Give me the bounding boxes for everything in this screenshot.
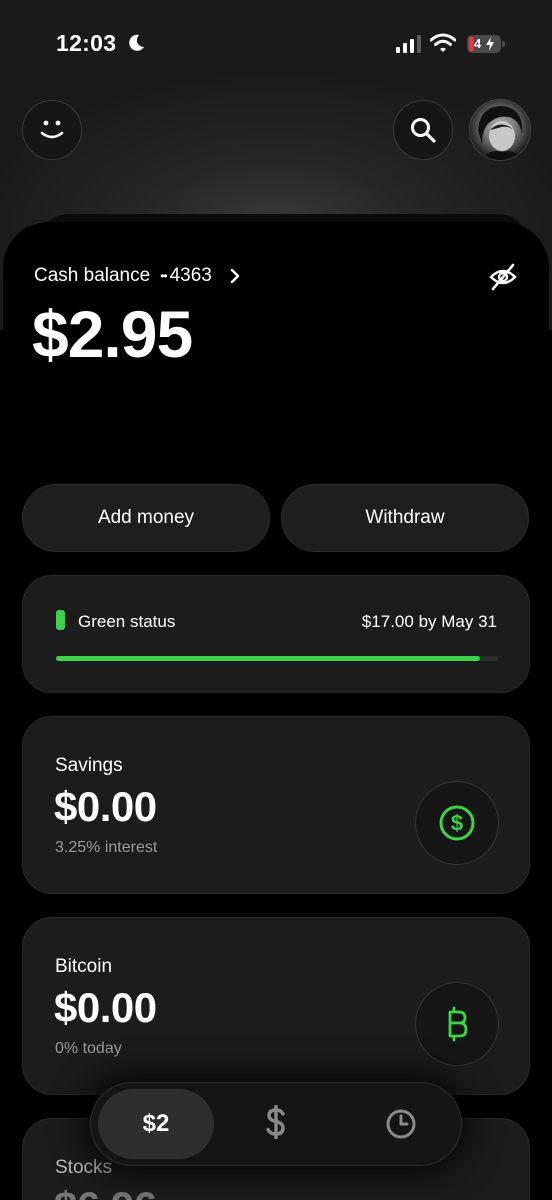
avatar-image <box>478 106 523 160</box>
avatar[interactable] <box>469 99 531 161</box>
withdraw-button[interactable]: Withdraw <box>281 484 529 552</box>
charging-bolt-icon <box>486 37 494 51</box>
activity-tab[interactable] <box>384 1107 418 1141</box>
savings-amount: $0.00 <box>54 783 157 830</box>
add-money-button[interactable]: Add money <box>22 484 270 552</box>
dollar-circle-icon: $ <box>439 805 475 841</box>
search-icon <box>411 118 436 143</box>
bitcoin-card[interactable]: Bitcoin $0.00 0% today <box>22 917 530 1095</box>
status-time: 12:03 <box>56 30 117 56</box>
balance-tab[interactable]: $2 <box>98 1089 214 1159</box>
savings-interest: 3.25% interest <box>55 839 158 856</box>
bitcoin-icon-button <box>415 982 499 1066</box>
savings-card[interactable]: Savings $0.00 3.25% interest $ <box>22 716 530 894</box>
bitcoin-amount: $0.00 <box>54 984 157 1031</box>
savings-icon-button: $ <box>415 781 499 865</box>
clock-icon <box>386 1109 416 1139</box>
savings-title: Savings <box>55 755 123 776</box>
cash-balance-amount: $2.95 <box>32 297 193 371</box>
green-status-label: Green status <box>78 612 176 631</box>
pay-tab[interactable] <box>259 1105 293 1139</box>
green-status-progress-track <box>56 656 498 661</box>
bitcoin-change: 0% today <box>55 1040 122 1057</box>
profile-smiley-button[interactable] <box>22 100 82 160</box>
status-bar: 12:03 4 <box>0 0 552 90</box>
stocks-title: Stocks <box>55 1157 113 1178</box>
signal-icon <box>396 35 421 53</box>
green-status-card[interactable]: Green status $17.00 by May 31 <box>22 575 530 693</box>
moon-icon <box>129 34 144 51</box>
cash-balance-link[interactable]: Cash balance •• 4363 <box>34 264 242 288</box>
battery-icon: 4 <box>467 35 501 53</box>
stocks-amount: $6.96 <box>54 1183 157 1200</box>
green-status-indicator <box>56 610 65 630</box>
bitcoin-title: Bitcoin <box>55 956 113 977</box>
battery-cap <box>502 41 505 47</box>
bottom-navigation: $2 <box>90 1082 462 1166</box>
cash-balance-label: Cash balance <box>34 265 151 286</box>
wifi-icon <box>430 33 456 52</box>
eye-off-icon[interactable] <box>488 262 518 292</box>
battery-percentage: 4 <box>474 36 482 51</box>
svg-text:$: $ <box>451 811 463 836</box>
bitcoin-icon <box>448 1006 468 1042</box>
search-button[interactable] <box>393 100 453 160</box>
dollar-icon <box>266 1105 285 1139</box>
green-status-progress-fill <box>56 656 481 661</box>
chevron-right-icon <box>230 269 240 283</box>
smiley-face-icon <box>40 120 64 139</box>
green-status-goal: $17.00 by May 31 <box>361 612 497 631</box>
account-mask-dots: •• <box>160 269 167 283</box>
account-last4: 4363 <box>169 265 212 286</box>
